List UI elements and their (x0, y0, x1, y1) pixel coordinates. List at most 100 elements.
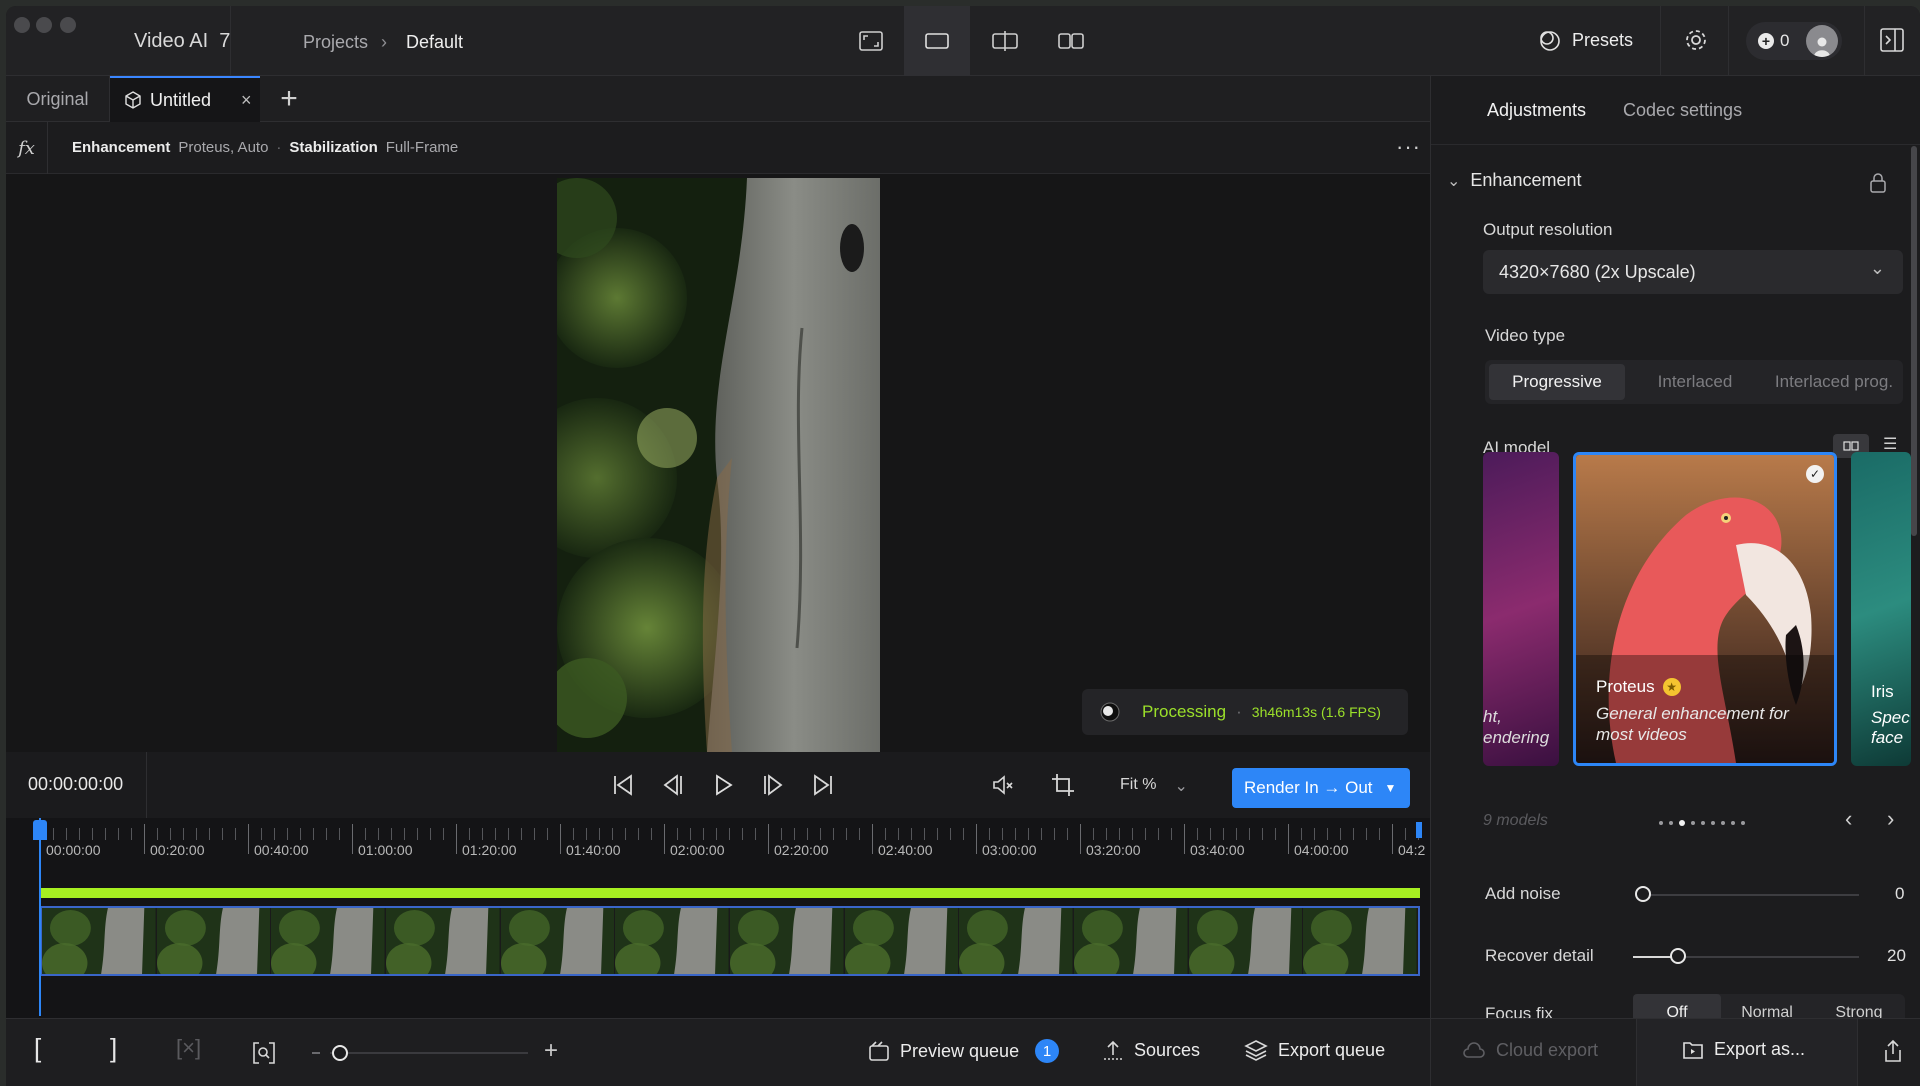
zoom-in-icon[interactable]: + (544, 1037, 558, 1065)
panel-scrollbar[interactable] (1911, 146, 1917, 536)
carousel-dots[interactable] (1659, 820, 1745, 826)
credits-badge[interactable]: + 0 (1746, 22, 1842, 60)
list-view-icon[interactable]: ☰ (1883, 434, 1897, 454)
model-card-proteus[interactable]: ✓ Proteus ★ General enhancement for most… (1573, 452, 1837, 766)
zoom-out-icon[interactable] (312, 1052, 320, 1054)
ruler-minor-tick (612, 828, 613, 840)
out-point-marker[interactable] (1416, 822, 1422, 838)
carousel-dot[interactable] (1669, 821, 1673, 825)
video-type-progressive[interactable]: Progressive (1489, 364, 1625, 400)
model-name: Proteus (1596, 677, 1655, 696)
fx-icon[interactable]: fx (6, 122, 48, 174)
export-queue-button[interactable]: Export queue (1244, 1039, 1385, 1061)
carousel-dot[interactable] (1701, 821, 1705, 825)
step-back-button[interactable] (656, 768, 690, 802)
filters-summary[interactable]: Enhancement Proteus, Auto · Stabilizatio… (72, 139, 458, 156)
more-options-icon[interactable]: ··· (1396, 134, 1421, 160)
playhead-handle[interactable] (33, 820, 47, 840)
grid-icon (1843, 441, 1859, 451)
toggle-panel-button[interactable] (1880, 28, 1904, 57)
clear-marks-button[interactable]: [×] (176, 1035, 201, 1061)
carousel-next-icon[interactable]: › (1887, 806, 1894, 832)
timeline-zoom-knob[interactable] (332, 1045, 348, 1061)
close-window-button[interactable] (14, 17, 30, 33)
recover-detail-knob[interactable] (1670, 948, 1687, 964)
dropdown-arrow-icon[interactable]: ▼ (1385, 781, 1397, 795)
focus-fix-normal[interactable]: Normal (1721, 994, 1813, 1018)
ruler-minor-tick (1119, 828, 1120, 840)
tab-original[interactable]: Original (6, 76, 110, 122)
focus-fix-strong[interactable]: Strong (1813, 994, 1905, 1018)
breadcrumb-default[interactable]: Default (406, 32, 463, 53)
tab-codec-settings[interactable]: Codec settings (1623, 100, 1742, 121)
carousel-prev-icon[interactable]: ‹ (1845, 806, 1852, 832)
zoom-fit-icon (253, 1042, 275, 1064)
carousel-dot[interactable] (1691, 821, 1695, 825)
preview-queue-button[interactable]: Preview queue 1 (868, 1039, 1060, 1063)
enhancement-section-header[interactable]: ⌄ Enhancement (1447, 170, 1581, 191)
settings-button[interactable] (1684, 28, 1708, 57)
render-button[interactable]: Render In → Out ▼ (1232, 768, 1410, 808)
zoom-select[interactable]: Fit % ⌄ (1120, 776, 1188, 796)
timeline-ruler[interactable]: 00:00:00 00:20:00 00:40:00 01:00:00 01:20:00… (40, 818, 1430, 862)
mark-in-button[interactable]: [ (34, 1033, 41, 1064)
recover-detail-value[interactable]: 20 (1887, 946, 1906, 966)
output-resolution-select[interactable]: 4320×7680 (2x Upscale) ⌄ (1483, 250, 1903, 294)
model-card-iris[interactable]: Iris Spec face (1851, 452, 1911, 766)
close-tab-icon[interactable]: × (241, 90, 252, 111)
avatar[interactable] (1806, 25, 1838, 57)
add-noise-knob[interactable] (1635, 886, 1651, 902)
carousel-dot[interactable] (1679, 820, 1685, 826)
playhead[interactable] (39, 818, 41, 1016)
video-preview[interactable]: Processing · 3h46m13s (1.6 FPS) (6, 174, 1430, 752)
minimize-window-button[interactable] (36, 17, 52, 33)
sidebar-toggle-icon (1880, 28, 1904, 52)
carousel-dot[interactable] (1741, 821, 1745, 825)
processed-range-bar (40, 888, 1420, 898)
ruler-minor-tick (677, 828, 678, 840)
carousel-dot[interactable] (1731, 821, 1735, 825)
presets-button[interactable]: Presets (1538, 28, 1633, 52)
mark-out-button[interactable]: ] (110, 1033, 117, 1064)
zoom-to-fit-button[interactable] (252, 1041, 276, 1070)
video-type-interlaced-prog[interactable]: Interlaced prog. (1765, 364, 1903, 400)
sources-button[interactable]: Sources (1102, 1039, 1200, 1061)
go-to-end-button[interactable] (806, 768, 840, 802)
focus-fix-off[interactable]: Off (1633, 994, 1721, 1018)
share-button[interactable] (1882, 1039, 1904, 1068)
ruler-minor-tick (339, 828, 340, 840)
view-single-button[interactable] (904, 6, 970, 76)
tab-untitled[interactable]: Untitled × (110, 76, 260, 122)
video-type-interlaced[interactable]: Interlaced (1625, 364, 1765, 400)
go-to-start-button[interactable] (606, 768, 640, 802)
crop-button[interactable] (1046, 768, 1080, 802)
view-split-button[interactable] (972, 6, 1038, 76)
add-noise-slider[interactable] (1643, 894, 1859, 896)
timeline[interactable]: 00:00:00 00:20:00 00:40:00 01:00:00 01:20:00… (6, 818, 1430, 1018)
thumbnail-strip[interactable] (40, 906, 1420, 976)
ruler-minor-tick (950, 828, 951, 840)
add-noise-value[interactable]: 0 (1895, 884, 1904, 904)
cloud-export-button[interactable]: Cloud export (1462, 1039, 1598, 1061)
ruler-minor-tick (586, 828, 587, 840)
model-card-previous[interactable]: ht, endering (1483, 452, 1559, 766)
export-as-button[interactable]: Export as... (1682, 1039, 1805, 1060)
view-side-by-side-button[interactable] (1038, 6, 1104, 76)
mute-button[interactable] (986, 768, 1020, 802)
chevron-down-icon: ⌄ (1869, 258, 1885, 278)
timeline-zoom-slider[interactable] (330, 1052, 528, 1054)
carousel-dot[interactable] (1721, 821, 1725, 825)
lock-icon[interactable] (1869, 172, 1887, 199)
timecode[interactable]: 00:00:00:00 (28, 774, 123, 795)
breadcrumb-projects[interactable]: Projects (303, 32, 368, 53)
add-tab-button[interactable]: + (272, 82, 306, 116)
view-fullscreen-button[interactable] (838, 6, 904, 76)
carousel-dot[interactable] (1659, 821, 1663, 825)
ruler-time-label: 01:00:00 (358, 842, 413, 858)
zoom-window-button[interactable] (60, 17, 76, 33)
carousel-dot[interactable] (1711, 821, 1715, 825)
play-button[interactable] (706, 768, 740, 802)
ruler-minor-tick (53, 828, 54, 840)
tab-adjustments[interactable]: Adjustments (1487, 100, 1586, 121)
step-forward-button[interactable] (756, 768, 790, 802)
